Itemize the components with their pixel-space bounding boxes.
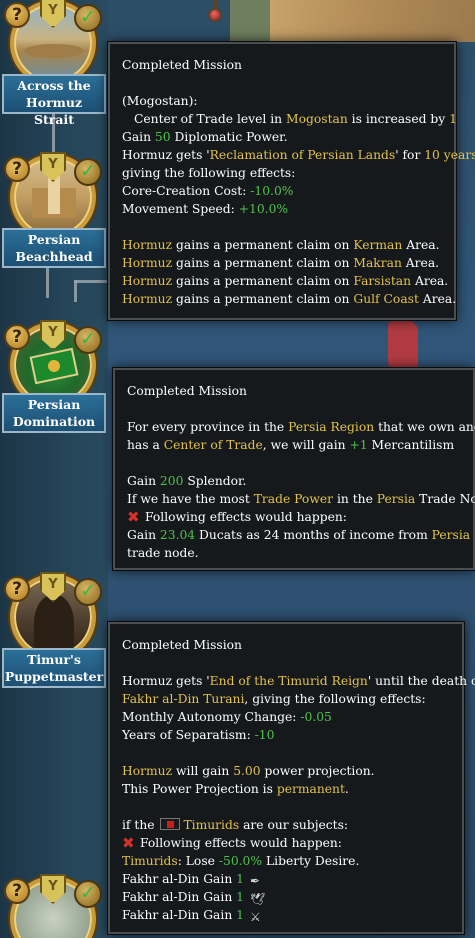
advisor-gain-line: Fakhr al-Din Gain 1 🕊 xyxy=(122,888,452,906)
question-icon[interactable]: ? xyxy=(4,156,30,182)
claim-line: Hormuz gains a permanent claim on Makran… xyxy=(122,256,440,270)
mission-label-line1: Across the xyxy=(17,78,91,93)
checkmark-icon: ✓ xyxy=(74,158,102,186)
tooltip-line: trade node. xyxy=(127,546,199,560)
checkmark-icon: ✓ xyxy=(74,4,102,32)
tooltip-line: Fakhr al-Din Turani, giving the followin… xyxy=(122,692,426,706)
mission-label-line2: Beachhead xyxy=(15,249,93,264)
dove-icon: 🕊 xyxy=(249,892,266,906)
checkmark-icon: ✓ xyxy=(74,578,102,606)
mission-tree-background xyxy=(0,0,110,938)
tooltip-title: Completed Mission xyxy=(127,384,247,398)
tooltip-line: giving the following effects: xyxy=(122,166,296,180)
tooltip-line: Gain 23.04 Ducats as 24 months of income… xyxy=(127,528,471,542)
tooltip-title: Completed Mission xyxy=(122,638,242,652)
tooltip-line: Hormuz gets 'End of the Timurid Reign' u… xyxy=(122,674,475,688)
claim-line: Hormuz gains a permanent claim on Gulf C… xyxy=(122,292,457,306)
mission-label: Persian Domination xyxy=(2,393,106,433)
advisor-gain-line: Fakhr al-Din Gain 1 ✒ xyxy=(122,870,452,888)
claim-line: Hormuz gains a permanent claim on Farsis… xyxy=(122,274,449,288)
tooltip-line: ✖ Following effects would happen: xyxy=(122,834,342,852)
mission-persian-domination[interactable]: ? Y ✓ Persian Domination xyxy=(2,320,106,436)
map-red-province xyxy=(388,320,418,372)
tooltip-persian-domination: Completed Mission For every province in … xyxy=(113,368,475,570)
tooltip-line: Core-Creation Cost: -10.0% xyxy=(122,184,294,198)
tooltip-line: Monthly Autonomy Change: -0.05 xyxy=(122,710,332,724)
mission-label: Across the Hormuz Strait xyxy=(2,74,106,127)
checkmark-icon: ✓ xyxy=(74,326,102,354)
map-pin-icon[interactable] xyxy=(208,8,222,22)
tooltip-line: This Power Projection is permanent. xyxy=(122,782,349,796)
tooltip-line: Gain 200 Splendor. xyxy=(127,474,247,488)
mission-connector xyxy=(74,280,77,302)
tooltip-line: (Mogostan): xyxy=(122,94,198,108)
tooltip-line: if the Timurids are our subjects: xyxy=(122,818,349,832)
question-icon[interactable]: ? xyxy=(4,2,30,28)
tooltip-across-hormuz-strait: Completed Mission (Mogostan): Center of … xyxy=(108,42,475,320)
mission-label-line2: Hormuz Strait xyxy=(25,95,83,127)
tooltip-line: ✖ Following effects would happen: xyxy=(127,508,347,526)
advisor-gain-line: Fakhr al-Din Gain 1 ⚔ xyxy=(122,906,452,924)
question-icon[interactable]: ? xyxy=(4,576,30,602)
tooltip-title: Completed Mission xyxy=(122,58,242,72)
mission-across-hormuz-strait[interactable]: ? Y ✓ Across the Hormuz Strait xyxy=(2,0,106,127)
mission-timurs-puppetmaster[interactable]: ? Y ✓ Timur's Puppetmaster xyxy=(2,572,106,688)
checkmark-icon: ✓ xyxy=(74,880,102,908)
tooltip-line: Center of Trade level in Mogostan is inc… xyxy=(134,112,457,126)
mission-label-line2: Domination xyxy=(12,414,96,429)
question-icon[interactable]: ? xyxy=(4,878,30,904)
quill-icon: ✒ xyxy=(249,874,261,888)
mission-hormuz-next[interactable]: ? Y ✓ xyxy=(2,874,106,938)
cross-icon: ✖ xyxy=(127,508,140,526)
mission-persian-beachhead[interactable]: ? Y ✓ Persian Beachhead xyxy=(2,152,106,268)
tooltip-line: Timurids: Lose -50.0% Liberty Desire. xyxy=(122,854,360,868)
mission-label-line1: Timur's xyxy=(27,652,81,667)
timurid-flag-icon xyxy=(160,818,181,830)
question-icon[interactable]: ? xyxy=(4,324,30,350)
mission-label-line1: Persian xyxy=(27,232,81,247)
tooltip-line: If we have the most Trade Power in the P… xyxy=(127,492,475,506)
tooltip-line: Gain 50 Diplomatic Power. xyxy=(122,130,288,144)
mission-label: Persian Beachhead xyxy=(2,228,106,268)
tooltip-line: For every province in the Persia Region … xyxy=(127,420,475,434)
tooltip-timurs-puppetmaster: Completed Mission Hormuz gets 'End of th… xyxy=(108,622,475,934)
swords-icon: ⚔ xyxy=(249,910,261,924)
cross-icon: ✖ xyxy=(122,834,135,852)
mission-label-line1: Persian xyxy=(27,397,81,412)
tooltip-line: Movement Speed: +10.0% xyxy=(122,202,289,216)
tooltip-line: has a Center of Trade, we will gain +1 M… xyxy=(127,438,455,452)
tooltip-line: Years of Separatism: -10 xyxy=(122,728,275,742)
tooltip-line: Hormuz will gain 5.00 power projection. xyxy=(122,764,375,778)
claim-line: Hormuz gains a permanent claim on Kerman… xyxy=(122,238,440,252)
tooltip-line: Hormuz gets 'Reclamation of Persian Land… xyxy=(122,148,475,162)
map-land-region xyxy=(270,0,475,42)
mission-label-line2: Puppetmaster xyxy=(4,669,104,684)
mission-label: Timur's Puppetmaster xyxy=(2,648,106,688)
map-land-region xyxy=(230,0,270,42)
mission-connector xyxy=(46,268,49,298)
